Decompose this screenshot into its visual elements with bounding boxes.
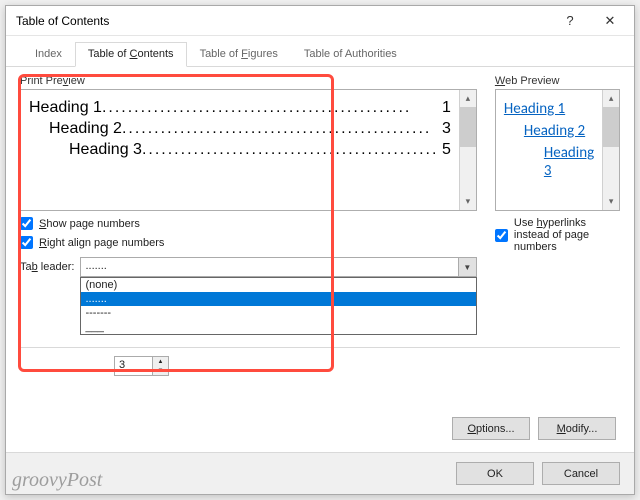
options-button[interactable]: Options... — [452, 417, 530, 440]
scrollbar[interactable]: ▴ ▾ — [602, 90, 619, 210]
web-preview-column: Web Preview Heading 1 Heading 2 Heading … — [495, 75, 620, 277]
scroll-up-icon[interactable]: ▴ — [603, 90, 619, 107]
close-button[interactable]: ✕ — [590, 7, 630, 35]
scroll-thumb[interactable] — [603, 107, 619, 147]
use-hyperlinks-input[interactable] — [495, 229, 508, 242]
tab-leader-row: Tab leader: ....... ▼ (none) ....... ---… — [20, 257, 477, 277]
divider — [20, 347, 620, 348]
cancel-button[interactable]: Cancel — [542, 462, 620, 485]
scroll-up-icon[interactable]: ▴ — [460, 90, 476, 107]
tab-strip: Index Table of Contents Table of Figures… — [6, 36, 634, 67]
tab-leader-dropdown[interactable]: ....... ▼ (none) ....... ------- ___ — [80, 257, 476, 277]
web-toc-link[interactable]: Heading 3 — [504, 144, 594, 180]
tab-leader-option[interactable]: ------- — [81, 306, 475, 320]
tab-leader-option[interactable]: (none) — [81, 278, 475, 292]
tab-index[interactable]: Index — [22, 42, 75, 67]
scroll-down-icon[interactable]: ▾ — [460, 193, 476, 210]
scroll-down-icon[interactable]: ▾ — [603, 193, 619, 210]
scroll-thumb[interactable] — [460, 107, 476, 147]
content-area: Print Preview Heading 1 ................… — [6, 67, 634, 376]
right-align-checkbox[interactable]: Right align page numbers — [20, 236, 477, 249]
web-toc-link[interactable]: Heading 1 — [504, 100, 594, 118]
toc-dialog: Table of Contents ? ✕ Index Table of Con… — [5, 5, 635, 495]
use-hyperlinks-checkbox[interactable]: Use hyperlinks instead of page numbers — [495, 217, 620, 253]
toc-entry: Heading 3 ..............................… — [29, 141, 451, 159]
tab-figures[interactable]: Table of Figures — [187, 42, 291, 67]
spinner-down-icon[interactable]: ▼ — [153, 366, 168, 375]
web-toc-link[interactable]: Heading 2 — [504, 122, 594, 140]
print-preview-label: Print Preview — [20, 75, 477, 87]
tab-toc[interactable]: Table of Contents — [75, 42, 187, 67]
scrollbar[interactable]: ▴ ▾ — [459, 90, 476, 210]
show-page-numbers-checkbox[interactable]: Show page numbers — [20, 217, 477, 230]
leader-dots: ........................................… — [142, 141, 438, 159]
web-preview-label: Web Preview — [495, 75, 620, 87]
leader-dots: ........................................… — [102, 99, 438, 117]
tab-authorities[interactable]: Table of Authorities — [291, 42, 410, 67]
print-preview-box: Heading 1 ..............................… — [20, 89, 477, 211]
spinner-up-icon[interactable]: ▲ — [153, 357, 168, 366]
toc-entry: Heading 2 ..............................… — [29, 120, 451, 138]
right-align-input[interactable] — [20, 236, 33, 249]
tab-leader-option[interactable]: ___ — [81, 320, 475, 334]
dialog-footer: OK Cancel — [6, 452, 634, 494]
modify-button[interactable]: Modify... — [538, 417, 616, 440]
chevron-down-icon[interactable]: ▼ — [458, 258, 476, 276]
leader-dots: ........................................… — [122, 120, 438, 138]
show-levels-spinner[interactable]: 3 ▲ ▼ — [114, 356, 169, 376]
help-button[interactable]: ? — [550, 7, 590, 35]
toc-entry: Heading 1 ..............................… — [29, 99, 451, 117]
tab-leader-options-list: (none) ....... ------- ___ — [80, 277, 476, 335]
general-section: x 3 ▲ ▼ — [20, 356, 620, 376]
titlebar: Table of Contents ? ✕ — [6, 6, 634, 36]
dialog-title: Table of Contents — [16, 14, 550, 28]
tab-leader-option[interactable]: ....... — [81, 292, 475, 306]
show-levels-row: x 3 ▲ ▼ — [20, 356, 620, 376]
options-modify-row: Options... Modify... — [452, 417, 616, 440]
print-preview-column: Print Preview Heading 1 ................… — [20, 75, 477, 277]
web-preview-box: Heading 1 Heading 2 Heading 3 ▴ ▾ — [495, 89, 620, 211]
show-page-numbers-input[interactable] — [20, 217, 33, 230]
ok-button[interactable]: OK — [456, 462, 534, 485]
